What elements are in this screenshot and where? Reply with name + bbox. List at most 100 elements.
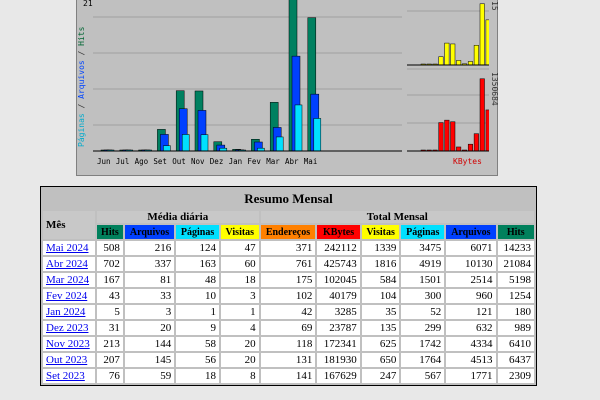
bar-paginas bbox=[313, 118, 322, 152]
month-link[interactable]: Jan 2024 bbox=[46, 306, 85, 318]
daily-value-cell: 207 bbox=[97, 353, 123, 367]
month-link[interactable]: Mar 2024 bbox=[46, 274, 89, 286]
table-row: Out 2023 207 145 56 20 131 181930 650 1764 4513 64… bbox=[43, 353, 534, 367]
total-value-cell: 172341 bbox=[317, 337, 360, 351]
right-tick-top: 15 bbox=[490, 1, 499, 11]
total-value-cell: 118 bbox=[260, 337, 316, 351]
daily-value-cell: 213 bbox=[97, 337, 123, 351]
bar-kbytes bbox=[444, 119, 450, 152]
daily-value-cell: 1 bbox=[176, 305, 220, 319]
daily-value-cell: 144 bbox=[124, 337, 175, 351]
daily-value-cell: 145 bbox=[124, 353, 175, 367]
month-link[interactable]: Dez 2023 bbox=[46, 322, 88, 334]
total-value-cell: 35 bbox=[361, 305, 400, 319]
table-row: Set 2023 76 59 18 8 141 167629 247 567 1771 2309 bbox=[43, 369, 534, 383]
month-tick-label: Dez bbox=[209, 157, 224, 166]
daily-value-cell: 3 bbox=[124, 305, 175, 319]
month-tick-label: Jan bbox=[228, 157, 243, 166]
total-value-cell: 40179 bbox=[317, 289, 360, 303]
total-value-cell: 650 bbox=[361, 353, 400, 367]
total-value-cell: 42 bbox=[260, 305, 316, 319]
month-tick-label: Mar bbox=[266, 157, 280, 166]
month-cell: Abr 2024 bbox=[43, 257, 95, 271]
total-value-cell: 4513 bbox=[446, 353, 496, 367]
bar-kbytes bbox=[438, 122, 444, 152]
month-link[interactable]: Mai 2024 bbox=[46, 242, 88, 254]
kbytes-label: KBytes bbox=[453, 157, 482, 166]
month-cell: Jan 2024 bbox=[43, 305, 95, 319]
bar-visitas bbox=[485, 19, 489, 66]
total-value-cell: 2514 bbox=[446, 273, 496, 287]
col-arquivos-daily: Arquivos bbox=[124, 225, 175, 239]
graph-y-label: Páginas / Arquivos / Hits bbox=[77, 26, 86, 147]
total-value-cell: 135 bbox=[361, 321, 400, 335]
total-value-cell: 761 bbox=[260, 257, 316, 271]
total-value-cell: 584 bbox=[361, 273, 400, 287]
month-tick-label: Abr bbox=[285, 157, 299, 166]
total-value-cell: 52 bbox=[401, 305, 445, 319]
table-row: Mai 2024 508 216 124 47 371 242112 1339 3475 6071… bbox=[43, 241, 534, 255]
bar-kbytes bbox=[479, 78, 485, 152]
total-value-cell: 10130 bbox=[446, 257, 496, 271]
col-arquivos-total: Arquivos bbox=[446, 225, 496, 239]
total-value-cell: 960 bbox=[446, 289, 496, 303]
table-row: Nov 2023 213 144 58 20 118 172341 625 1742 4334 64… bbox=[43, 337, 534, 351]
daily-value-cell: 20 bbox=[221, 337, 259, 351]
total-value-cell: 3475 bbox=[401, 241, 445, 255]
col-visitas-total: Visitas bbox=[361, 225, 400, 239]
month-tick-label: Jun bbox=[97, 157, 111, 166]
total-value-cell: 167629 bbox=[317, 369, 360, 383]
daily-value-cell: 60 bbox=[221, 257, 259, 271]
total-value-cell: 1254 bbox=[497, 289, 534, 303]
bar-visitas bbox=[456, 60, 462, 66]
month-link[interactable]: Set 2023 bbox=[46, 370, 85, 382]
total-value-cell: 6410 bbox=[497, 337, 534, 351]
month-link[interactable]: Abr 2024 bbox=[46, 258, 88, 270]
total-value-cell: 425743 bbox=[317, 257, 360, 271]
month-tick-label: Mai bbox=[303, 157, 318, 166]
total-value-cell: 180 bbox=[497, 305, 534, 319]
bar-kbytes bbox=[485, 109, 489, 152]
total-value-cell: 3285 bbox=[317, 305, 360, 319]
col-hits-total: Hits bbox=[497, 225, 534, 239]
daily-value-cell: 508 bbox=[97, 241, 123, 255]
total-value-cell: 299 bbox=[401, 321, 445, 335]
bar-kbytes bbox=[467, 143, 473, 152]
daily-value-cell: 702 bbox=[97, 257, 123, 271]
total-value-cell: 1764 bbox=[401, 353, 445, 367]
monthly-summary-table: Resumo Mensal Mês Média diária Total Men… bbox=[40, 186, 537, 386]
total-value-cell: 6071 bbox=[446, 241, 496, 255]
total-value-cell: 300 bbox=[401, 289, 445, 303]
daily-value-cell: 10 bbox=[176, 289, 220, 303]
total-value-cell: 4334 bbox=[446, 337, 496, 351]
daily-value-cell: 48 bbox=[176, 273, 220, 287]
table-row: Fev 2024 43 33 10 3 102 40179 104 300 960 1254 bbox=[43, 289, 534, 303]
daily-value-cell: 9 bbox=[176, 321, 220, 335]
daily-value-cell: 18 bbox=[221, 273, 259, 287]
month-link[interactable]: Fev 2024 bbox=[46, 290, 87, 302]
table-title: Resumo Mensal bbox=[43, 189, 534, 209]
daily-value-cell: 47 bbox=[221, 241, 259, 255]
col-enderecos: Endereços bbox=[260, 225, 316, 239]
daily-value-cell: 4 bbox=[221, 321, 259, 335]
month-tick-label: Nov bbox=[191, 157, 205, 166]
month-link[interactable]: Out 2023 bbox=[46, 354, 87, 366]
kbytes-plot bbox=[407, 0, 489, 152]
total-value-cell: 6437 bbox=[497, 353, 534, 367]
month-link[interactable]: Nov 2023 bbox=[46, 338, 90, 350]
daily-value-cell: 337 bbox=[124, 257, 175, 271]
total-value-cell: 567 bbox=[401, 369, 445, 383]
total-value-cell: 632 bbox=[446, 321, 496, 335]
table-row: Dez 2023 31 20 9 4 69 23787 135 299 632 989 bbox=[43, 321, 534, 335]
daily-value-cell: 18 bbox=[176, 369, 220, 383]
daily-value-cell: 163 bbox=[176, 257, 220, 271]
total-value-cell: 247 bbox=[361, 369, 400, 383]
bar-paginas bbox=[200, 134, 209, 152]
total-value-cell: 175 bbox=[260, 273, 316, 287]
bar-paginas bbox=[275, 136, 284, 152]
total-value-cell: 102045 bbox=[317, 273, 360, 287]
daily-value-cell: 124 bbox=[176, 241, 220, 255]
month-tick-label: Fev bbox=[247, 157, 261, 166]
month-cell: Nov 2023 bbox=[43, 337, 95, 351]
total-value-cell: 242112 bbox=[317, 241, 360, 255]
